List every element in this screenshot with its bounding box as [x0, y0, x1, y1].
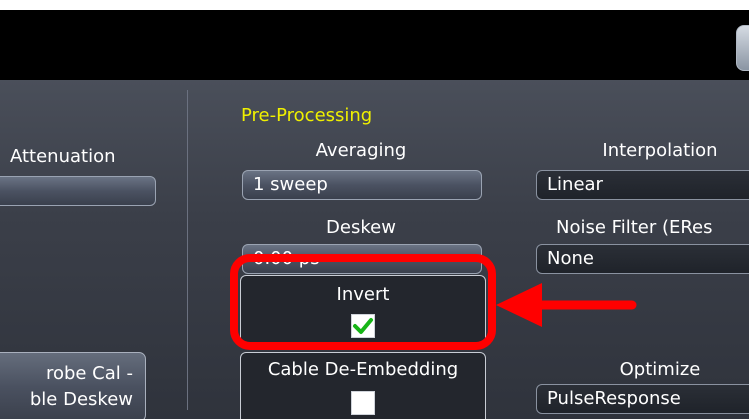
probe-cal-deskew-button[interactable]: robe Cal - ble Deskew	[0, 352, 146, 419]
attenuation-label: Attenuation	[10, 146, 116, 167]
optimize-label: Optimize	[619, 359, 701, 380]
interpolation-label: Interpolation	[602, 140, 718, 161]
cable-deembedding-label: Cable De-Embedding	[267, 359, 459, 380]
averaging-label: Averaging	[315, 140, 407, 161]
noise-filter-label: Noise Filter (ERes	[556, 217, 713, 238]
red-arrow-icon	[496, 283, 637, 327]
pre-processing-title: Pre-Processing	[241, 105, 373, 126]
channel-setup-panel: Attenuation robe Cal - ble Deskew Pre-Pr…	[0, 80, 749, 419]
optimize-field[interactable]: PulseResponse	[536, 384, 749, 414]
section-divider	[187, 90, 188, 410]
cable-deembedding-control[interactable]: Cable De-Embedding	[240, 352, 486, 419]
top-bar	[0, 10, 749, 80]
scope-dialog: Attenuation robe Cal - ble Deskew Pre-Pr…	[0, 10, 749, 419]
averaging-field[interactable]: 1 sweep	[242, 170, 482, 200]
attenuation-field[interactable]	[0, 176, 156, 206]
noise-filter-field[interactable]: None	[536, 244, 749, 274]
top-bar-button[interactable]	[736, 25, 749, 71]
interpolation-field[interactable]: Linear	[536, 170, 749, 200]
probe-cal-label-line2: ble Deskew	[29, 389, 133, 410]
deskew-label: Deskew	[326, 217, 396, 238]
probe-cal-label-line1: robe Cal -	[45, 363, 133, 384]
invert-highlight-box	[230, 254, 496, 350]
cable-deembedding-checkbox[interactable]	[351, 391, 375, 415]
